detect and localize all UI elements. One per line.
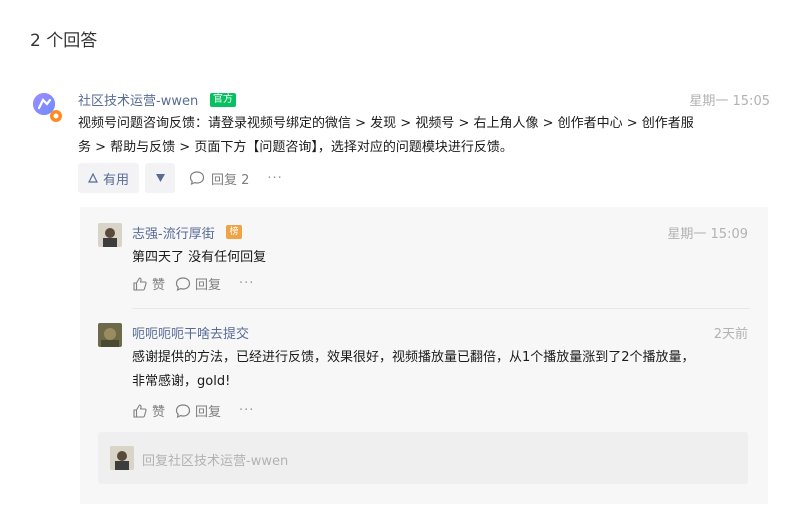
- answer-time: 星期一 15:05: [689, 94, 770, 109]
- reply-input-placeholder: 回复社区技术运营-wwen: [142, 454, 289, 469]
- reply-avatar[interactable]: [98, 223, 122, 247]
- useful-label: 有用: [103, 172, 130, 188]
- reply-actions: 赞 回复 ···: [132, 274, 254, 293]
- more-options-icon[interactable]: ···: [267, 171, 282, 186]
- triangle-up-icon: [88, 173, 98, 183]
- reply-button[interactable]: 回复 2: [189, 169, 249, 188]
- more-options-icon[interactable]: ···: [239, 403, 254, 418]
- reply-actions: 赞 回复 ···: [132, 401, 254, 420]
- reply-text: 感谢提供的方法，已经进行反馈，效果很好，视频播放量已翻倍，从1个播放量涨到了2个…: [132, 346, 748, 394]
- answers-count-heading: 2 个回答: [30, 31, 98, 51]
- thumbs-up-icon: [133, 276, 147, 291]
- reply-time: 2天前: [713, 327, 748, 342]
- rank-badge: 榜: [226, 225, 242, 239]
- reply-text-line: 感谢提供的方法，已经进行反馈，效果很好，视频播放量已翻倍，从1个播放量涨到了2个…: [132, 350, 695, 365]
- not-useful-button[interactable]: [145, 163, 176, 193]
- reply-item: 呃呃呃呃干啥去提交 2天前 感谢提供的方法，已经进行反馈，效果很好，视频播放量已…: [98, 323, 748, 423]
- comment-icon: [189, 171, 205, 186]
- answer-body: 视频号问题咨询反馈：请登录视频号绑定的微信 > 发现 > 视频号 > 右上角人像…: [78, 112, 768, 160]
- reply-button[interactable]: 回复: [175, 401, 221, 420]
- reply-text-line: 非常感谢，gold!: [132, 374, 231, 389]
- reply-divider: [132, 308, 750, 309]
- reply-author[interactable]: 呃呃呃呃干啥去提交: [132, 323, 249, 342]
- like-label: 赞: [152, 405, 166, 420]
- answer-body-line: 视频号问题咨询反馈：请登录视频号绑定的微信 > 发现 > 视频号 > 右上角人像…: [78, 116, 694, 131]
- author-avatar[interactable]: [30, 90, 66, 126]
- reply-item: 志强-流行厚街 榜 星期一 15:09 第四天了 没有任何回复 赞 回复 ···: [98, 223, 748, 303]
- comment-icon: [175, 276, 191, 291]
- reply-label: 回复: [195, 405, 222, 420]
- like-button[interactable]: 赞: [132, 401, 165, 420]
- reply-time: 星期一 15:09: [667, 227, 748, 242]
- thumbs-up-icon: [133, 403, 147, 418]
- reply-button[interactable]: 回复: [175, 274, 221, 293]
- reply-input-box[interactable]: 回复社区技术运营-wwen: [98, 432, 748, 484]
- answer-body-line: 务 > 帮助与反馈 > 页面下方【问题咨询】，选择对应的问题模块进行反馈。: [78, 140, 513, 155]
- useful-button[interactable]: 有用: [78, 163, 140, 193]
- author-name[interactable]: 社区技术运营-wwen: [78, 90, 198, 109]
- reply-author[interactable]: 志强-流行厚街: [132, 223, 215, 242]
- answer-actions: 有用 回复 2 ···: [78, 163, 283, 193]
- official-badge: 官方: [210, 93, 236, 107]
- more-options-icon[interactable]: ···: [239, 276, 254, 291]
- triangle-down-icon: [155, 174, 165, 182]
- comment-icon: [175, 403, 191, 418]
- reply-label: 回复: [195, 278, 222, 293]
- like-label: 赞: [152, 278, 166, 293]
- current-user-avatar: [110, 446, 134, 470]
- like-button[interactable]: 赞: [132, 274, 165, 293]
- reply-text: 第四天了 没有任何回复: [132, 250, 267, 265]
- reply-count-label: 回复 2: [211, 172, 250, 188]
- replies-section: 志强-流行厚街 榜 星期一 15:09 第四天了 没有任何回复 赞 回复 ···: [80, 207, 768, 504]
- reply-avatar[interactable]: [98, 323, 122, 347]
